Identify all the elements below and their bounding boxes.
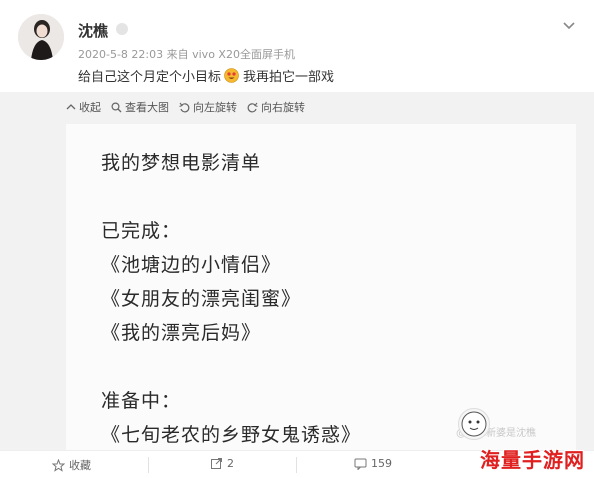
comment-button[interactable]: 159 (354, 457, 392, 470)
brand-watermark: 海量手游网 (458, 408, 594, 477)
photo-line: 《池塘边的小情侣》 (101, 254, 282, 276)
photo-line: 准备中： (101, 390, 182, 412)
rotate-right-label: 向右旋转 (261, 101, 305, 114)
mascot-icon (458, 408, 490, 440)
rotate-right-icon (247, 102, 258, 112)
post-caption: 给自己这个月定个小目标 我再拍它一部戏 (78, 66, 334, 85)
star-icon (52, 458, 65, 472)
favorite-label: 收藏 (69, 459, 91, 472)
photo-line: 《女朋友的漂亮闺蜜》 (101, 288, 302, 310)
magnify-icon (111, 101, 122, 112)
collapse-icon (66, 104, 76, 110)
caption-text-after: 我再拍它一部戏 (243, 70, 335, 85)
post-meta: 2020-5-8 22:03 来自 vivo X20全面屏手机 (78, 48, 295, 61)
post-photo[interactable]: 我的梦想电影清单 已完成： 《池塘边的小情侣》 《女朋友的漂亮闺蜜》 《我的漂亮… (66, 124, 576, 450)
photo-text: 我的梦想电影清单 已完成： 《池塘边的小情侣》 《女朋友的漂亮闺蜜》 《我的漂亮… (101, 146, 361, 450)
divider (296, 457, 297, 473)
image-panel: 收起 查看大图 向左旋转 向右旋转 我的梦想电影清单 已完成： 《池塘边的小情侣… (0, 92, 594, 450)
favorite-button[interactable]: 收藏 (52, 457, 91, 473)
avatar[interactable] (18, 14, 64, 60)
star-struck-emoji-icon (224, 68, 239, 83)
post-header: 沈樵 2020-5-8 22:03 来自 vivo X20全面屏手机 给自己这个… (0, 0, 594, 95)
photo-line (101, 350, 361, 384)
photo-line (101, 180, 361, 214)
chevron-down-icon[interactable] (562, 16, 576, 30)
comment-count: 159 (371, 457, 392, 470)
repost-count: 2 (227, 457, 234, 470)
comment-icon (354, 458, 367, 470)
view-large-button[interactable]: 查看大图 (111, 99, 169, 115)
repost-button[interactable]: 2 (210, 457, 234, 470)
username[interactable]: 沈樵 (78, 20, 108, 41)
photo-line: 我的梦想电影清单 (101, 152, 262, 174)
verified-icon (116, 23, 128, 35)
photo-line: 已完成： (101, 220, 182, 242)
image-toolbar: 收起 查看大图 向左旋转 向右旋转 (66, 98, 305, 116)
rotate-left-button[interactable]: 向左旋转 (179, 99, 237, 115)
rotate-right-button[interactable]: 向右旋转 (247, 99, 305, 115)
rotate-left-icon (179, 102, 190, 112)
collapse-button[interactable]: 收起 (66, 99, 101, 115)
divider (148, 457, 149, 473)
photo-line: 《七旬老农的乡野女鬼诱惑》 (101, 424, 362, 446)
brand-text: 海量手游网 (480, 448, 585, 472)
collapse-label: 收起 (79, 101, 101, 114)
rotate-left-label: 向左旋转 (193, 101, 237, 114)
caption-text: 给自己这个月定个小目标 (78, 70, 222, 85)
repost-icon (211, 458, 222, 469)
view-large-label: 查看大图 (125, 101, 169, 114)
photo-line: 《我的漂亮后妈》 (101, 322, 262, 344)
